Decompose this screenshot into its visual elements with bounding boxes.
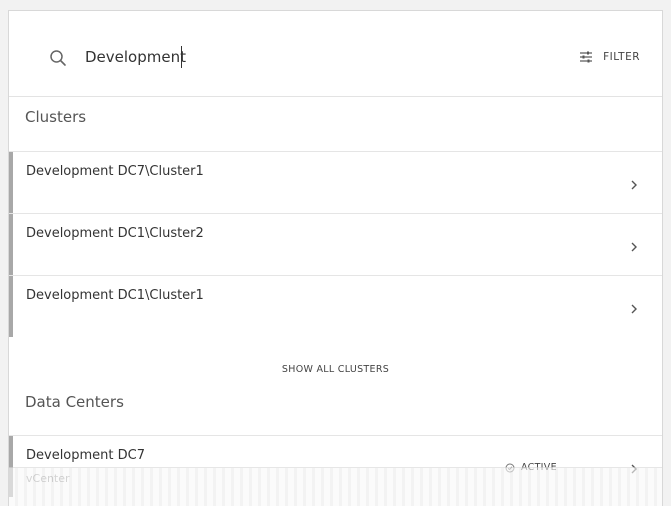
cluster-label: Development DC7\Cluster1 bbox=[26, 164, 204, 179]
cluster-label: Development DC1\Cluster2 bbox=[26, 226, 204, 241]
clusters-heading: Clusters bbox=[25, 108, 87, 126]
search-input[interactable] bbox=[85, 45, 445, 69]
row-indicator bbox=[9, 214, 13, 275]
row-indicator bbox=[9, 152, 13, 213]
cluster-row[interactable]: Development DC1\Cluster2 bbox=[9, 213, 662, 275]
clusters-list: Development DC7\Cluster1 Development DC1… bbox=[9, 151, 662, 337]
search-panel: FILTER Clusters Development DC7\Cluster1… bbox=[8, 10, 663, 506]
chevron-right-icon bbox=[631, 180, 637, 190]
chevron-right-icon bbox=[631, 242, 637, 252]
cluster-label: Development DC1\Cluster1 bbox=[26, 288, 204, 303]
clipped-row-edge bbox=[9, 467, 662, 506]
cluster-row[interactable]: Development DC7\Cluster1 bbox=[9, 151, 662, 213]
text-caret bbox=[181, 46, 182, 68]
chevron-right-icon bbox=[631, 304, 637, 314]
cluster-row[interactable]: Development DC1\Cluster1 bbox=[9, 275, 662, 337]
search-bar: FILTER bbox=[9, 11, 662, 97]
datacenter-label: Development DC7 bbox=[26, 448, 146, 463]
sliders-icon bbox=[580, 51, 593, 63]
search-icon bbox=[50, 50, 66, 66]
filter-button[interactable]: FILTER bbox=[579, 47, 640, 67]
datacenters-heading: Data Centers bbox=[25, 393, 124, 411]
filter-label: FILTER bbox=[603, 51, 640, 63]
show-all-clusters-link[interactable]: SHOW ALL CLUSTERS bbox=[9, 364, 662, 375]
row-indicator bbox=[9, 276, 13, 337]
